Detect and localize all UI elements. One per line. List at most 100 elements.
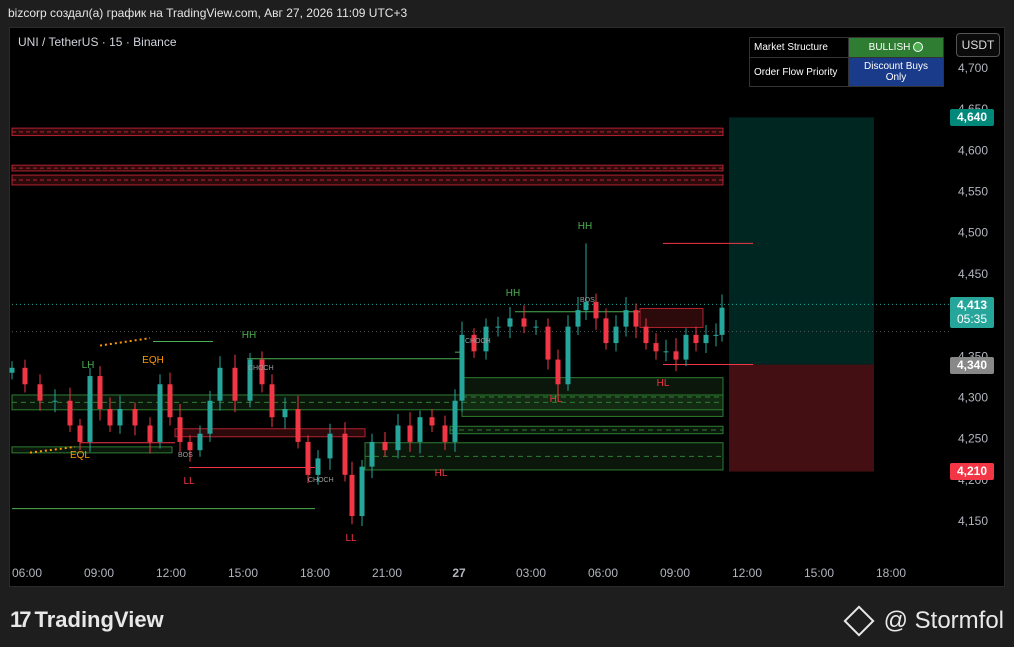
x-tick-label: 03:00 (516, 566, 546, 580)
supply-zone-small-b (639, 308, 704, 328)
swing-label-eqh: EQH (142, 355, 164, 366)
author-watermark: @ Stormfol (843, 605, 1004, 637)
y-tick-label: 4,600 (958, 143, 988, 157)
structure-tag: BOS (580, 297, 595, 304)
take-profit-area (729, 117, 874, 365)
candle-body (342, 433, 348, 475)
candle-body (507, 318, 513, 327)
candle-body (369, 441, 375, 467)
demand-zone-2 (364, 442, 724, 471)
candle-body (117, 408, 123, 426)
candle-body (521, 318, 527, 327)
candle-body (67, 400, 73, 426)
x-tick-label: 12:00 (732, 566, 762, 580)
candle-body (382, 441, 388, 451)
swing-label-hh: HH (578, 221, 592, 232)
candle-body (459, 334, 465, 401)
candle-body (693, 334, 699, 344)
tradingview-icon: 17 (10, 607, 32, 632)
tradingview-brand: TradingView (34, 607, 164, 632)
swing-label-hh: HH (242, 330, 256, 341)
y-tick-label: 4,500 (958, 226, 988, 240)
x-tick-label: 21:00 (372, 566, 402, 580)
candle-body (673, 351, 679, 360)
candle-body (633, 310, 639, 327)
candle-body (653, 343, 659, 352)
candle-body (575, 310, 581, 327)
candle-body (713, 334, 719, 336)
candle-body (197, 433, 203, 451)
swing-label-lh: LH (82, 360, 95, 371)
price-chart[interactable]: LH EQH EQL HH LL LL HL HH HL HH HL CHOCH CHOCH CHOCH B… (0, 0, 1014, 647)
candle-body (217, 367, 223, 401)
candle-body (147, 425, 153, 442)
tradingview-logo[interactable]: 17 TradingView (10, 607, 164, 633)
swing-label-hh: HH (506, 288, 520, 299)
swing-label-eql: EQL (70, 450, 90, 461)
y-tick-label: 4,150 (958, 514, 988, 528)
x-tick-label: 09:00 (84, 566, 114, 580)
candle-body (22, 367, 28, 385)
y-tick-label: 4,300 (958, 390, 988, 404)
candle-body (295, 408, 301, 442)
x-tick-label: 18:00 (876, 566, 906, 580)
candle-body (167, 384, 173, 418)
candle-body (593, 301, 599, 319)
candle-body (533, 326, 539, 328)
x-tick-label: 18:00 (300, 566, 330, 580)
candle-body (132, 408, 138, 426)
candle-body (232, 367, 238, 401)
y-tick-label: 4,250 (958, 432, 988, 446)
eqh-dots (99, 337, 151, 347)
candle-body (683, 334, 689, 360)
candle-body (623, 310, 629, 327)
last-price-badge-countdown: 05:35 (957, 312, 987, 326)
candle-body (417, 417, 423, 442)
swing-label-ll: LL (183, 476, 195, 487)
x-tick-label: 06:00 (12, 566, 42, 580)
candle-body (395, 425, 401, 451)
watermark-text: @ Stormfol (883, 607, 1004, 634)
symbol-label: UNI / TetherUS · 15 · Binance (18, 35, 177, 49)
x-tick-label: 09:00 (660, 566, 690, 580)
candle-body (613, 326, 619, 344)
candle-body (565, 326, 571, 385)
x-tick-label: 06:00 (588, 566, 618, 580)
candle-body (442, 425, 448, 442)
candle-body (663, 351, 669, 353)
candle-body (545, 326, 551, 360)
structure-tag: BOS (178, 452, 193, 459)
candle-body (177, 417, 183, 442)
candle-body (207, 400, 213, 434)
candle-body (269, 384, 275, 418)
entry-price-badge: 4,340 (957, 358, 987, 372)
candle-body (429, 417, 435, 426)
order-flow-label: Order Flow Priority (749, 57, 849, 87)
order-flow-value: Discount Buys Only (848, 57, 944, 87)
x-tick-label: 15:00 (228, 566, 258, 580)
y-tick-label: 4,450 (958, 267, 988, 281)
x-tick-label: 15:00 (804, 566, 834, 580)
candle-body (9, 367, 15, 373)
candle-body (52, 400, 58, 402)
green-dot-icon (913, 42, 924, 53)
candle-body (97, 376, 103, 409)
swing-label-ll: LL (345, 533, 357, 544)
swing-label-hl: HL (657, 378, 670, 389)
stop-price-badge: 4,210 (957, 464, 987, 478)
structure-tag: CHOCH (308, 477, 334, 484)
supply-zone-small-a (174, 428, 366, 438)
candle-body (452, 400, 458, 442)
candle-body (305, 441, 311, 475)
candle-body (495, 326, 501, 328)
candle-body (37, 384, 43, 401)
y-tick-label: 4,700 (958, 61, 988, 75)
candle-body (603, 318, 609, 344)
candle-body (157, 384, 163, 442)
structure-tag: CHOCH (248, 365, 274, 372)
x-tick-label: 27 (452, 566, 466, 580)
y-tick-label: 4,550 (958, 185, 988, 199)
currency-button[interactable]: USDT (956, 33, 1000, 57)
candle-body (407, 425, 413, 442)
candle-body (187, 441, 193, 451)
